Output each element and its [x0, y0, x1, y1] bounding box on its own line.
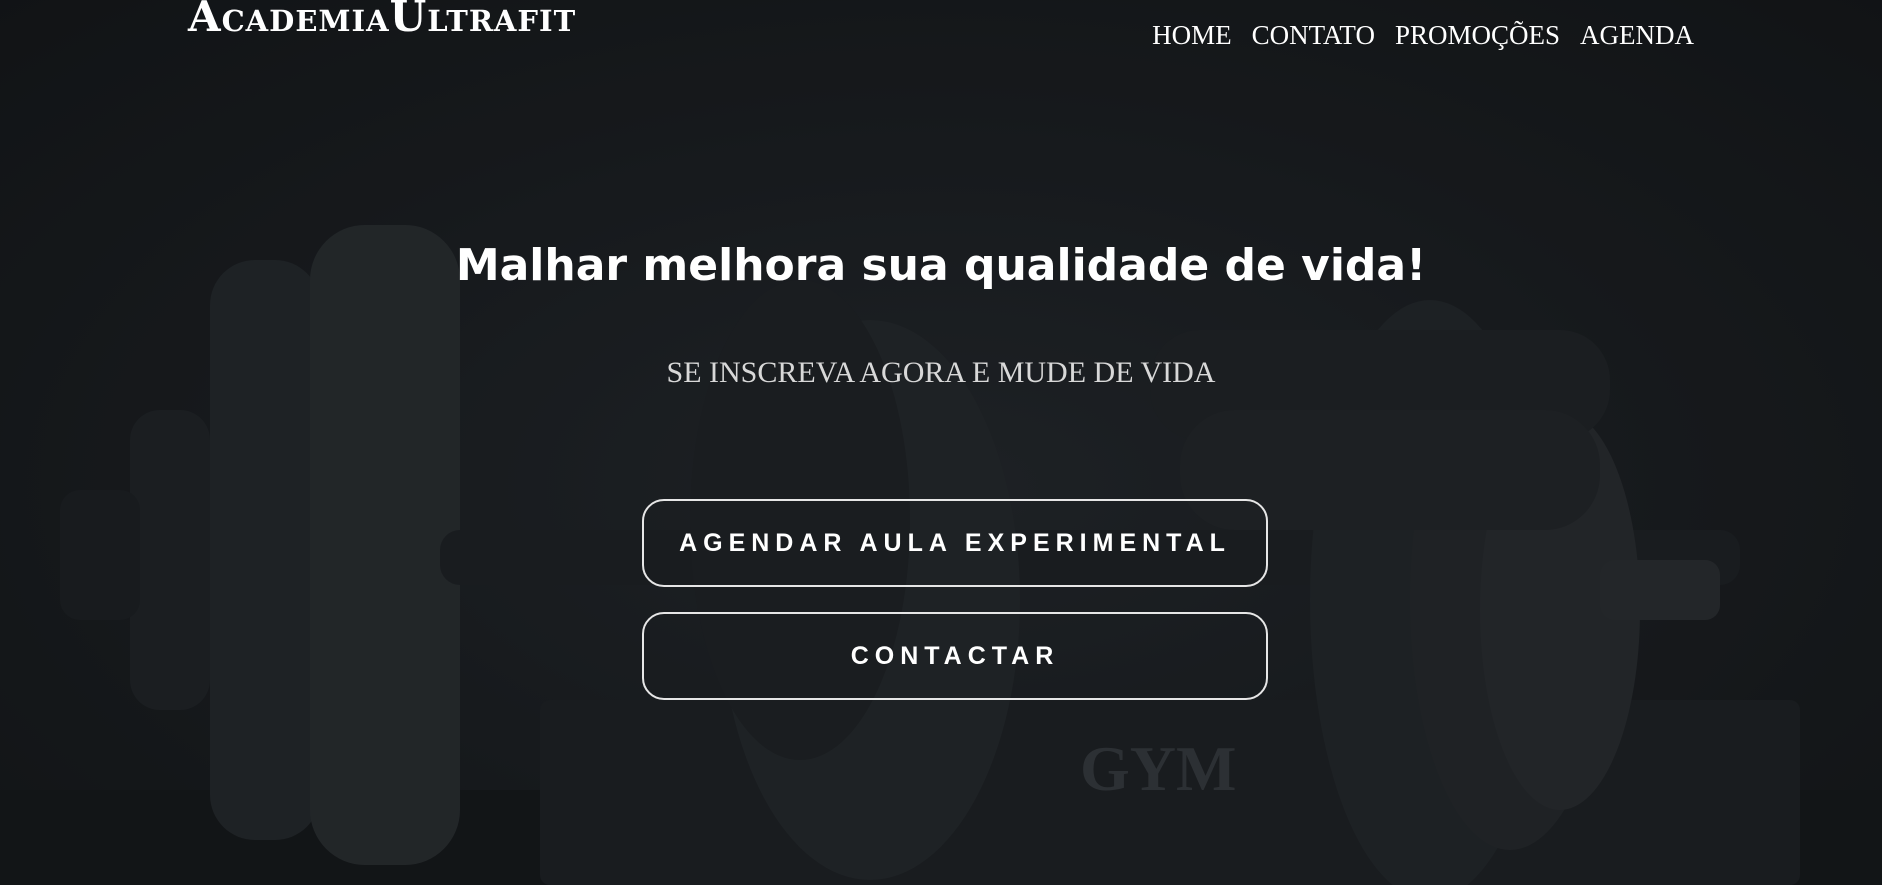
nav-link-promocoes[interactable]: PROMOÇÕES — [1395, 20, 1560, 51]
nav-link-home[interactable]: HOME — [1152, 20, 1232, 51]
nav-link-contato[interactable]: CONTATO — [1252, 20, 1375, 51]
page: GYM AcademiaUltrafit HOME CONTATO PROMOÇ… — [0, 0, 1882, 885]
background-overlay — [0, 0, 1882, 885]
schedule-trial-class-button[interactable]: AGENDAR AULA EXPERIMENTAL — [642, 499, 1268, 587]
hero-subtitle: SE INSCREVA AGORA E MUDE DE VIDA — [666, 356, 1216, 389]
hero-title: Malhar melhora sua qualidade de vida! — [455, 240, 1427, 291]
nav-link-agenda[interactable]: AGENDA — [1580, 20, 1694, 51]
site-header: AcademiaUltrafit HOME CONTATO PROMOÇÕES … — [0, 0, 1882, 80]
contact-button[interactable]: CONTACTAR — [642, 612, 1268, 700]
main-nav: HOME CONTATO PROMOÇÕES AGENDA — [1152, 20, 1694, 51]
site-logo[interactable]: AcademiaUltrafit — [188, 0, 576, 42]
